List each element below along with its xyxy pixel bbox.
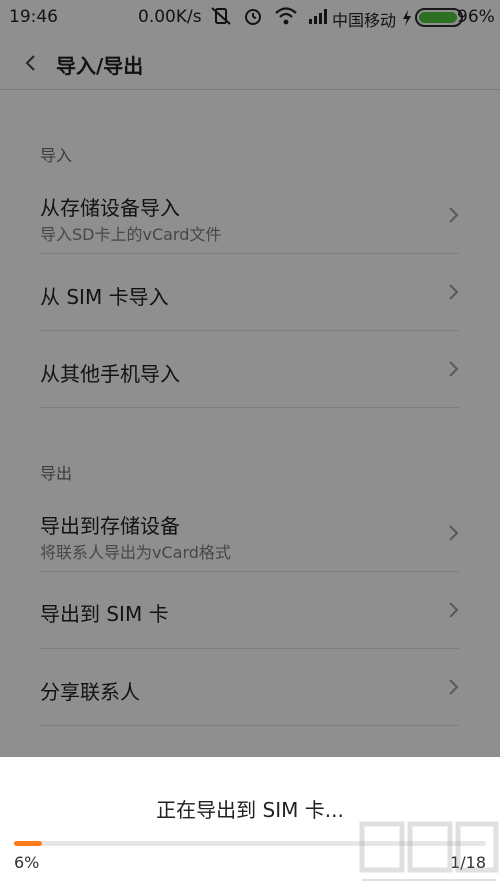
modal-dim-overlay (0, 0, 500, 757)
progress-bar-fill (14, 841, 43, 846)
progress-percent: 6% (14, 853, 40, 872)
watermark-logo (359, 821, 499, 881)
dialog-title: 正在导出到 SIM 卡... (156, 798, 344, 822)
